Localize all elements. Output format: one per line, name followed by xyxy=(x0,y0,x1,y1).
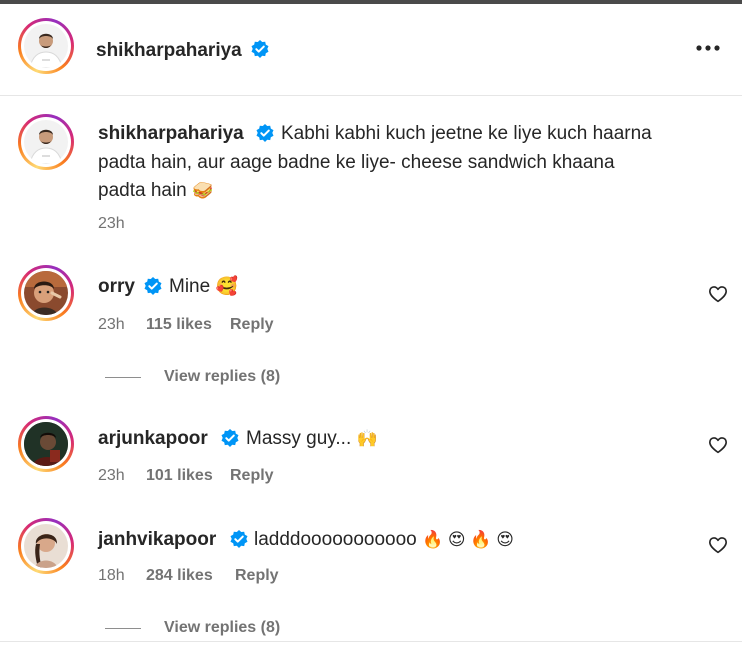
view-replies-line xyxy=(105,377,141,378)
comment-text: ladddooooooooooo 🔥 😍 🔥 😍 xyxy=(254,529,514,551)
caption-text-line-1: Kabhi kabhi kuch jeetne ke liye kuch haa… xyxy=(281,123,652,144)
sandwich-emoji: 🥪 xyxy=(192,181,214,200)
reply-button[interactable]: Reply xyxy=(230,316,274,334)
more-options-icon[interactable] xyxy=(695,44,721,52)
comment-likes[interactable]: 101 likes xyxy=(146,467,213,485)
verified-badge-icon xyxy=(256,124,274,142)
comment-username[interactable]: orry xyxy=(98,276,135,298)
comment-username[interactable]: arjunkapoor xyxy=(98,428,208,450)
avatar-photo-chef xyxy=(24,24,68,68)
view-replies-button[interactable]: View replies (8) xyxy=(164,368,280,386)
smiling-hearts-emoji: 🥰 xyxy=(215,276,238,296)
verified-badge-icon xyxy=(251,40,269,58)
comment-text: Massy guy... 🙌 xyxy=(246,428,378,450)
caption-username[interactable]: shikharpahariya xyxy=(98,123,244,145)
header-avatar[interactable] xyxy=(18,18,74,74)
avatar-photo-janhvikapoor xyxy=(24,524,68,568)
fire-heart-eyes-emoji: 🔥 😍 🔥 😍 xyxy=(422,530,514,549)
post-header: shikharpahariya xyxy=(0,4,742,96)
reply-button[interactable]: Reply xyxy=(230,467,274,485)
heart-icon[interactable] xyxy=(708,285,728,303)
header-username[interactable]: shikharpahariya xyxy=(96,40,242,62)
reply-button[interactable]: Reply xyxy=(235,567,279,585)
raising-hands-emoji: 🙌 xyxy=(356,429,378,448)
comment-text-words: ladddooooooooooo xyxy=(254,529,417,550)
caption-text-line-3-words: padta hain xyxy=(98,180,187,201)
avatar-photo-arjunkapoor xyxy=(24,422,68,466)
comment-text-words: Mine xyxy=(169,276,211,297)
comment-timestamp: 23h xyxy=(98,467,125,484)
comment-username[interactable]: janhvikapoor xyxy=(98,529,216,551)
caption-avatar[interactable] xyxy=(18,114,74,170)
verified-badge-icon xyxy=(221,429,239,447)
heart-icon[interactable] xyxy=(708,536,728,554)
comment-timestamp: 18h xyxy=(98,567,125,584)
caption-timestamp: 23h xyxy=(98,215,125,232)
verified-badge-icon xyxy=(144,277,162,295)
caption-text-line-3: padta hain 🥪 xyxy=(98,180,213,202)
verified-badge-icon xyxy=(230,530,248,548)
comment-avatar-arjunkapoor[interactable] xyxy=(18,416,74,472)
view-replies-button[interactable]: View replies (8) xyxy=(164,619,280,637)
comment-likes[interactable]: 115 likes xyxy=(146,316,212,334)
heart-icon[interactable] xyxy=(708,436,728,454)
avatar-photo-orry xyxy=(24,271,68,315)
comment-avatar-janhvikapoor[interactable] xyxy=(18,518,74,574)
comment-text-words: Massy guy... xyxy=(246,428,352,449)
comment-avatar-orry[interactable] xyxy=(18,265,74,321)
view-replies-line xyxy=(105,628,141,629)
avatar-photo-chef xyxy=(24,120,68,164)
caption-text-line-2: padta hain, aur aage badne ke liye- chee… xyxy=(98,152,615,173)
comment-timestamp: 23h xyxy=(98,316,125,333)
comment-likes[interactable]: 284 likes xyxy=(146,567,213,585)
bottom-divider xyxy=(0,641,742,642)
comment-text: Mine 🥰 xyxy=(169,276,238,298)
